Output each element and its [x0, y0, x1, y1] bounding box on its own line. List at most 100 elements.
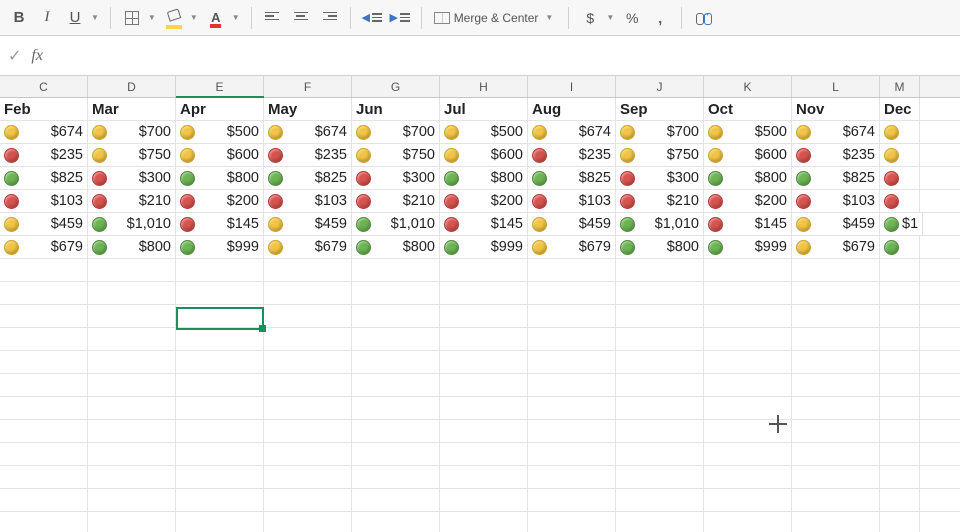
data-cell[interactable]: $674 — [792, 121, 880, 143]
data-cell[interactable]: $1 — [880, 213, 923, 235]
chevron-down-icon[interactable]: ▼ — [542, 13, 556, 22]
data-cell[interactable]: $600 — [704, 144, 792, 166]
borders-combo[interactable]: ▼ — [119, 5, 159, 31]
data-cell[interactable]: $210 — [352, 190, 440, 212]
column-header[interactable]: F — [264, 76, 352, 97]
column-header[interactable]: L — [792, 76, 880, 97]
data-cell[interactable]: $500 — [440, 121, 528, 143]
data-cell[interactable]: $825 — [528, 167, 616, 189]
decrease-indent-button[interactable]: ◀ — [359, 5, 385, 31]
empty-cell[interactable] — [352, 397, 440, 419]
empty-cell[interactable] — [264, 328, 352, 350]
empty-cell[interactable] — [880, 489, 920, 511]
empty-cell[interactable] — [176, 397, 264, 419]
font-color-combo[interactable]: A ▼ — [203, 5, 243, 31]
empty-cell[interactable] — [528, 443, 616, 465]
data-cell[interactable]: $1,010 — [616, 213, 704, 235]
empty-cell[interactable] — [88, 397, 176, 419]
empty-cell[interactable] — [528, 282, 616, 304]
empty-cell[interactable] — [0, 259, 88, 281]
fill-color-combo[interactable]: ▼ — [161, 5, 201, 31]
data-cell[interactable]: $825 — [264, 167, 352, 189]
data-cell[interactable]: $825 — [792, 167, 880, 189]
spreadsheet-grid[interactable]: CDEFGHIJKLM FebMarAprMayJunJulAugSepOctN… — [0, 76, 960, 532]
align-right-button[interactable] — [316, 5, 342, 31]
empty-cell[interactable] — [0, 328, 88, 350]
empty-cell[interactable] — [440, 305, 528, 327]
empty-cell[interactable] — [792, 282, 880, 304]
formula-input[interactable] — [53, 36, 952, 75]
data-cell[interactable]: $200 — [176, 190, 264, 212]
month-header-cell[interactable]: Mar — [88, 98, 176, 120]
underline-combo[interactable]: U ▼ — [62, 5, 102, 31]
data-cell[interactable]: $700 — [352, 121, 440, 143]
data-cell[interactable]: $145 — [704, 213, 792, 235]
empty-cell[interactable] — [528, 259, 616, 281]
data-cell[interactable]: $1,010 — [352, 213, 440, 235]
empty-cell[interactable] — [880, 512, 920, 532]
empty-cell[interactable] — [616, 420, 704, 442]
data-cell[interactable]: $235 — [0, 144, 88, 166]
empty-cell[interactable] — [440, 420, 528, 442]
empty-cell[interactable] — [440, 328, 528, 350]
empty-cell[interactable] — [792, 443, 880, 465]
empty-cell[interactable] — [440, 512, 528, 532]
data-cell[interactable]: $459 — [792, 213, 880, 235]
empty-cell[interactable] — [880, 351, 920, 373]
data-cell[interactable] — [880, 236, 920, 258]
month-header-cell[interactable]: Jul — [440, 98, 528, 120]
empty-cell[interactable] — [352, 466, 440, 488]
empty-cell[interactable] — [880, 282, 920, 304]
empty-cell[interactable] — [616, 351, 704, 373]
empty-cell[interactable] — [440, 282, 528, 304]
empty-cell[interactable] — [792, 512, 880, 532]
formula-accept-icon[interactable]: ✓ — [8, 46, 21, 66]
empty-cell[interactable] — [88, 282, 176, 304]
empty-cell[interactable] — [616, 282, 704, 304]
empty-cell[interactable] — [880, 397, 920, 419]
empty-cell[interactable] — [880, 443, 920, 465]
empty-cell[interactable] — [88, 328, 176, 350]
merge-center-combo[interactable]: Merge & Center ▼ — [430, 11, 561, 25]
empty-cell[interactable] — [0, 351, 88, 373]
empty-cell[interactable] — [352, 374, 440, 396]
empty-cell[interactable] — [176, 305, 264, 327]
data-cell[interactable]: $459 — [0, 213, 88, 235]
data-cell[interactable] — [880, 144, 920, 166]
data-cell[interactable]: $103 — [0, 190, 88, 212]
column-header[interactable]: M — [880, 76, 920, 97]
empty-cell[interactable] — [176, 512, 264, 532]
fx-icon[interactable]: fx — [31, 47, 43, 65]
empty-cell[interactable] — [792, 397, 880, 419]
empty-cell[interactable] — [440, 443, 528, 465]
data-cell[interactable]: $200 — [440, 190, 528, 212]
empty-cell[interactable] — [352, 489, 440, 511]
empty-cell[interactable] — [704, 489, 792, 511]
empty-cell[interactable] — [528, 489, 616, 511]
comma-style-button[interactable]: , — [647, 5, 673, 31]
empty-cell[interactable] — [880, 259, 920, 281]
data-cell[interactable]: $700 — [616, 121, 704, 143]
month-header-cell[interactable]: Dec — [880, 98, 920, 120]
column-header[interactable]: C — [0, 76, 88, 97]
empty-cell[interactable] — [440, 374, 528, 396]
empty-cell[interactable] — [792, 259, 880, 281]
empty-cell[interactable] — [264, 374, 352, 396]
empty-cell[interactable] — [352, 443, 440, 465]
empty-cell[interactable] — [264, 351, 352, 373]
empty-cell[interactable] — [352, 351, 440, 373]
data-cell[interactable]: $1,010 — [88, 213, 176, 235]
empty-cell[interactable] — [528, 351, 616, 373]
column-header[interactable]: K — [704, 76, 792, 97]
data-cell[interactable]: $674 — [528, 121, 616, 143]
data-cell[interactable]: $145 — [440, 213, 528, 235]
data-cell[interactable]: $103 — [264, 190, 352, 212]
month-header-cell[interactable]: Oct — [704, 98, 792, 120]
data-cell[interactable]: $800 — [704, 167, 792, 189]
empty-cell[interactable] — [704, 374, 792, 396]
empty-cell[interactable] — [88, 374, 176, 396]
data-cell[interactable]: $825 — [0, 167, 88, 189]
empty-cell[interactable] — [704, 282, 792, 304]
empty-cell[interactable] — [352, 420, 440, 442]
data-cell[interactable]: $235 — [792, 144, 880, 166]
